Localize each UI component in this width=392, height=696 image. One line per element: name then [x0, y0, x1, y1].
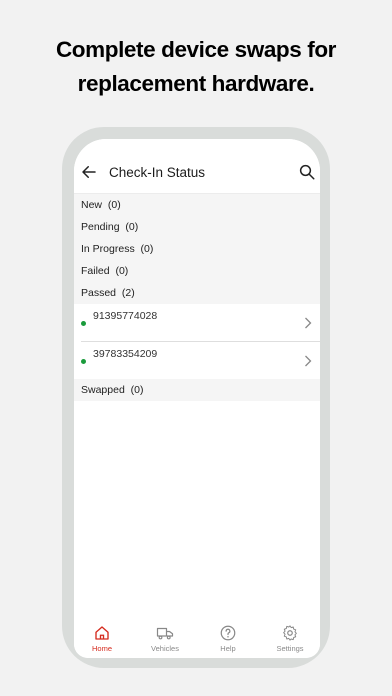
- nav-vehicles[interactable]: Vehicles: [135, 622, 195, 658]
- status-group-label: Failed (0): [81, 265, 129, 277]
- search-icon[interactable]: [298, 163, 316, 181]
- help-icon: [220, 625, 236, 641]
- nav-home[interactable]: Home: [74, 622, 132, 658]
- status-group-label: Swapped (0): [81, 384, 144, 396]
- gear-icon: [283, 625, 297, 641]
- device-row[interactable]: 91395774028: [74, 304, 320, 341]
- nav-label: Home: [91, 644, 112, 653]
- headline-line-1: Complete device swaps for: [55, 37, 337, 62]
- app-screen: Check-In Status New (0) Pending (0) In P…: [74, 139, 320, 658]
- device-row[interactable]: 39783354209: [74, 342, 320, 379]
- chevron-right-icon: [305, 317, 312, 329]
- status-group-label: Pending (0): [81, 221, 139, 233]
- status-dot-icon: [81, 359, 86, 364]
- nav-help[interactable]: Help: [198, 622, 258, 658]
- headline-line-2: replacement hardware.: [77, 71, 315, 96]
- nav-label: Vehicles: [151, 644, 179, 653]
- chevron-right-icon: [305, 355, 312, 367]
- truck-icon: [156, 627, 174, 640]
- status-group-pending[interactable]: Pending (0): [74, 216, 320, 238]
- device-id: 91395774028: [93, 310, 158, 322]
- app-bar: Check-In Status: [74, 139, 320, 196]
- nav-label: Settings: [276, 644, 304, 653]
- device-id: 39783354209: [93, 348, 158, 360]
- bottom-nav: Home Vehicles Help Settings: [74, 622, 320, 658]
- nav-settings[interactable]: Settings: [260, 622, 320, 658]
- status-group-label: Passed (2): [81, 287, 135, 299]
- status-group-in-progress[interactable]: In Progress (0): [74, 238, 320, 260]
- status-group-new[interactable]: New (0): [74, 194, 320, 216]
- status-dot-icon: [81, 321, 86, 326]
- status-group-passed[interactable]: Passed (2): [74, 282, 320, 304]
- home-icon: [95, 626, 109, 640]
- status-group-failed[interactable]: Failed (0): [74, 260, 320, 282]
- status-group-swapped[interactable]: Swapped (0): [74, 379, 320, 401]
- arrow-left-icon[interactable]: [80, 163, 98, 181]
- status-group-label: New (0): [81, 199, 121, 211]
- status-group-label: In Progress (0): [81, 243, 154, 255]
- nav-label: Help: [220, 644, 236, 653]
- marketing-headline: Complete device swaps for replacement ha…: [0, 33, 392, 101]
- page-title: Check-In Status: [109, 165, 206, 180]
